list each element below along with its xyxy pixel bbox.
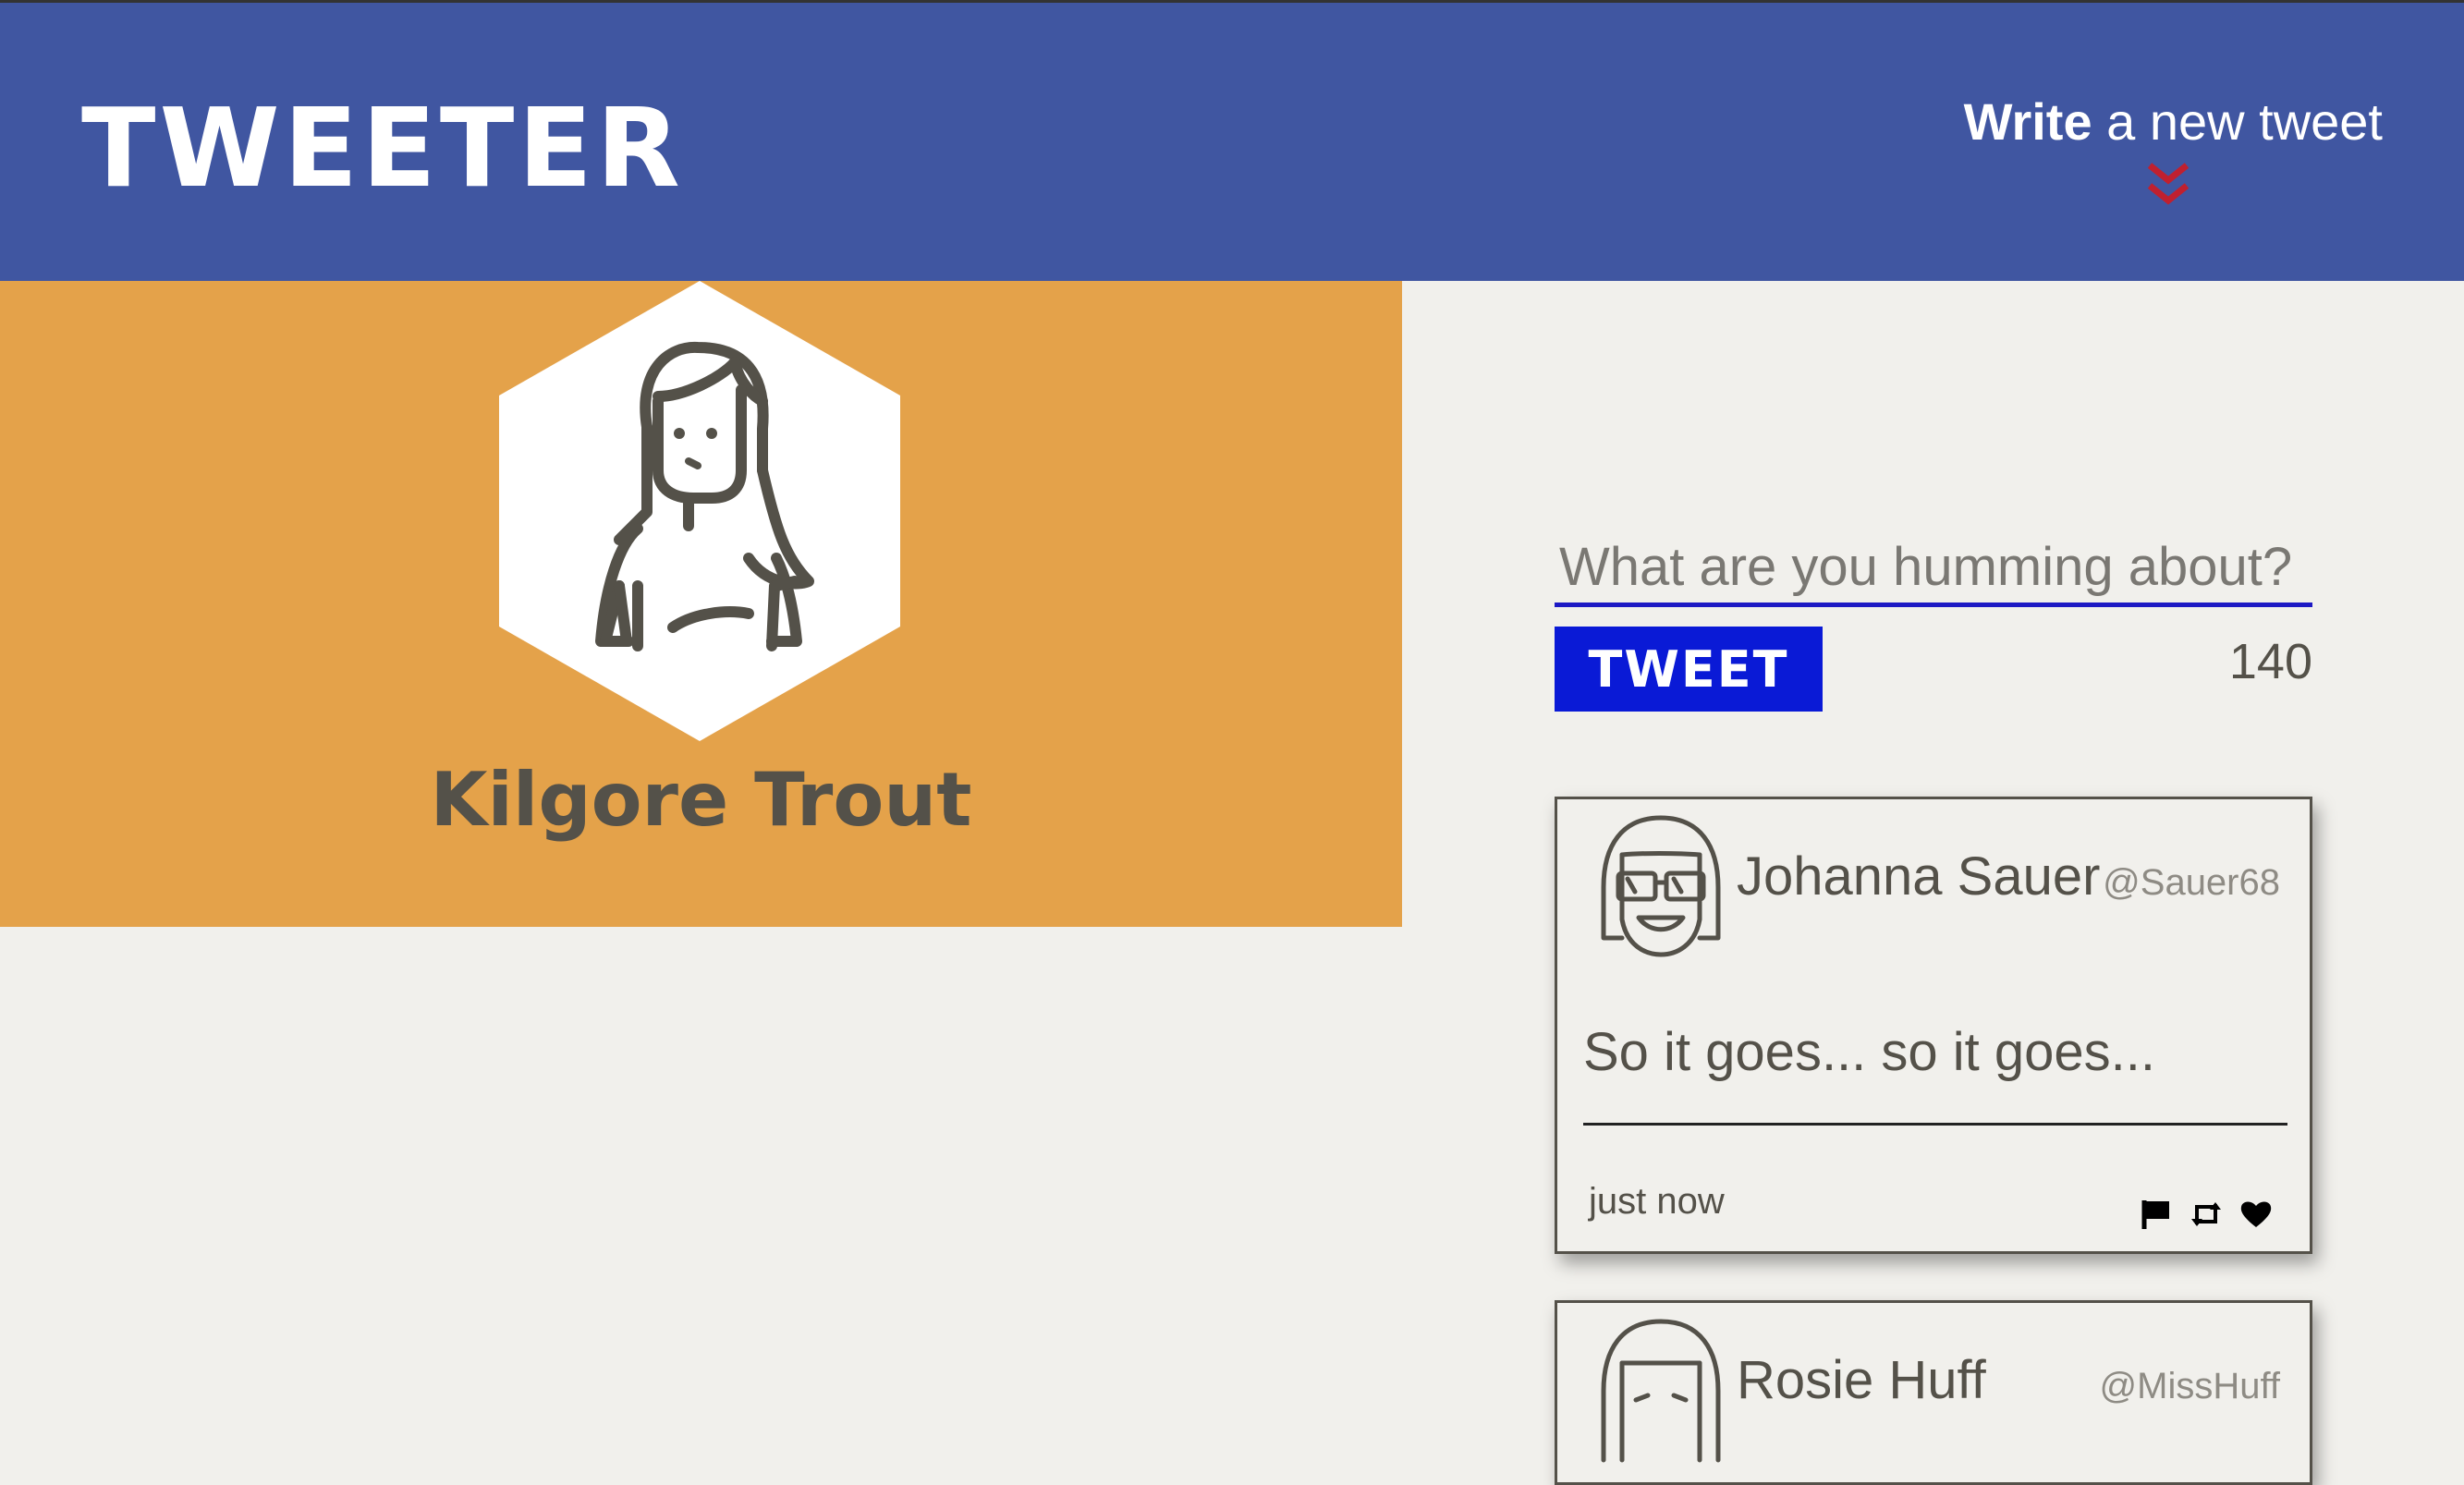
heart-icon[interactable] [2239,1199,2273,1230]
tweet-divider [1583,1123,2287,1126]
tweet-text-input[interactable] [1555,531,2312,607]
site-logo[interactable]: TWEETER [81,93,684,202]
tweet-author-handle[interactable]: @Sauer68 [2103,862,2280,904]
user-avatar-icon [499,281,900,741]
write-new-tweet-toggle[interactable]: Write a new tweet [1964,91,2383,152]
tweet-card: Johanna Sauer @Sauer68 So it goes... so … [1555,797,2312,1254]
tweet-actions [2140,1199,2273,1230]
tweet-timestamp: just now [1589,1181,1725,1222]
character-counter: 140 [2228,634,2312,689]
flag-icon[interactable] [2140,1199,2173,1230]
tweet-submit-button[interactable]: TWEET [1555,627,1823,712]
compose-toggle-text: a new tweet [2092,92,2383,151]
tweet-body: So it goes... so it goes... [1583,1022,2155,1082]
profile-name: Kilgore Trout [430,757,972,843]
top-navbar: TWEETER Write a new tweet [0,3,2464,281]
author-avatar-icon [1601,815,1721,957]
tweet-author-name[interactable]: Johanna Sauer [1737,846,2100,907]
compose-toggle-bold: Write [1963,92,2092,151]
tweet-card: Rosie Huff @MissHuff [1555,1300,2312,1485]
user-profile-banner: Kilgore Trout [0,281,1402,927]
author-avatar-icon [1601,1319,1721,1463]
tweet-author-handle[interactable]: @MissHuff [2100,1366,2280,1407]
retweet-icon[interactable] [2190,1199,2223,1230]
tweet-author-name[interactable]: Rosie Huff [1737,1349,1986,1411]
double-chevron-down-icon[interactable] [2146,162,2190,208]
